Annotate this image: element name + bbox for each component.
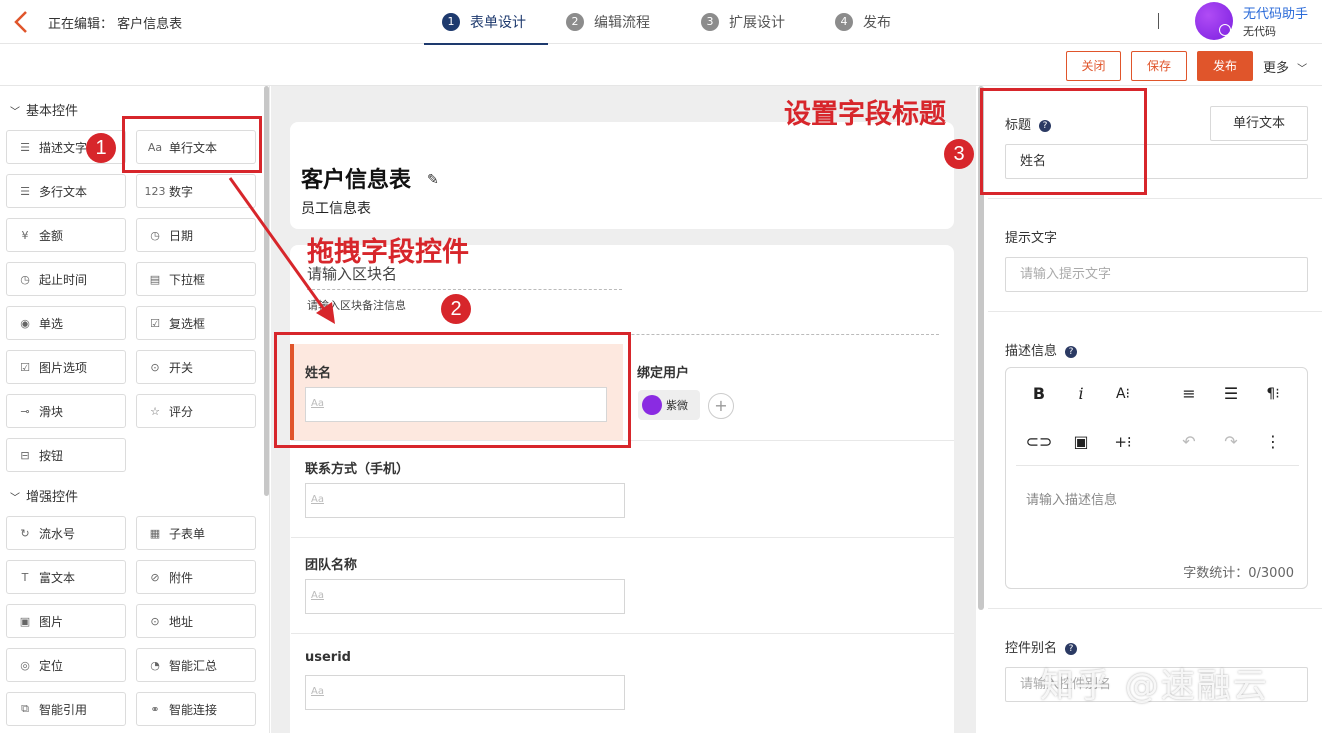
annotation-arrow xyxy=(228,177,335,324)
watermark: 知乎 @速融云 xyxy=(1040,666,1269,706)
